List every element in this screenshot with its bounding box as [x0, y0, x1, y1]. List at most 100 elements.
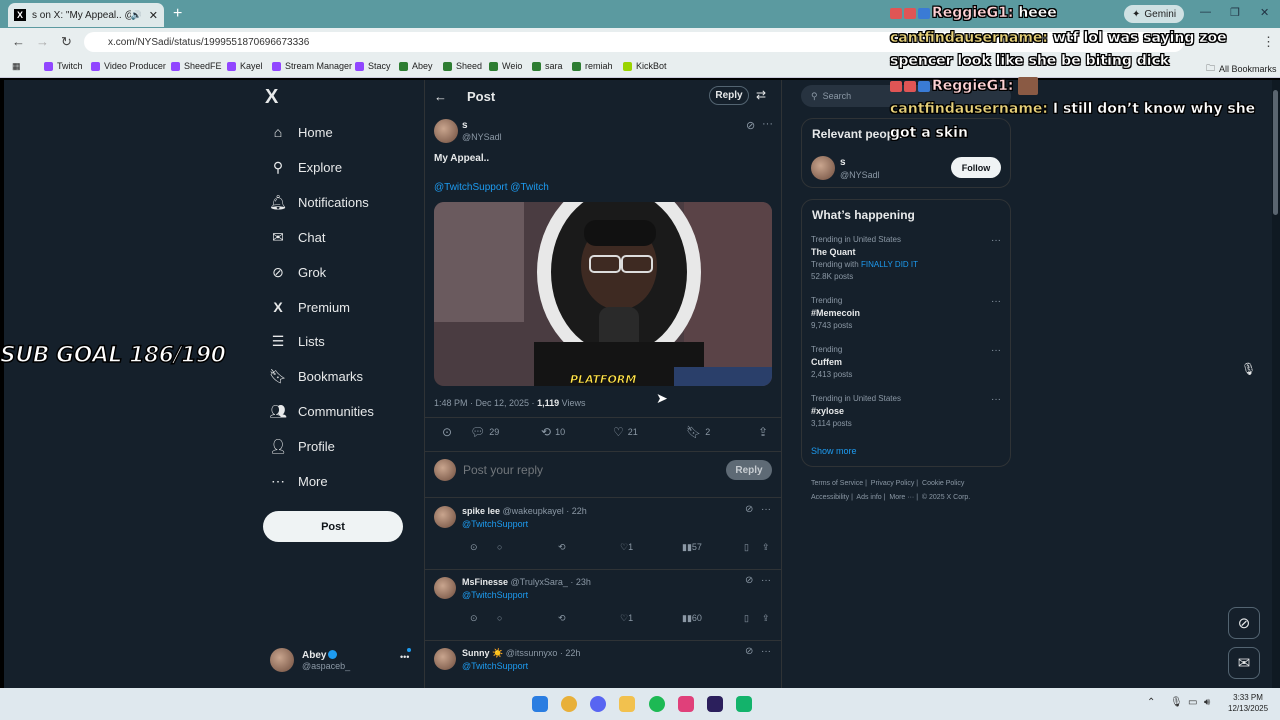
- reply-icon[interactable]: ○: [497, 542, 502, 552]
- windows-start-icon[interactable]: [532, 696, 548, 712]
- trend-more-icon[interactable]: ···: [991, 345, 1001, 356]
- like-action[interactable]: ♡ 21: [613, 425, 638, 439]
- post-timestamp[interactable]: 1:48 PM · Dec 12, 2025 ·: [434, 398, 535, 408]
- apps-icon[interactable]: ▦: [12, 61, 21, 72]
- tab-close-icon[interactable]: ✕: [149, 9, 158, 22]
- footer-link[interactable]: Ads info: [856, 494, 881, 501]
- audio-icon[interactable]: 🔊: [131, 10, 142, 21]
- nav-explore[interactable]: ⚲ Explore: [270, 159, 342, 175]
- footer-link[interactable]: Terms of Service: [811, 480, 863, 487]
- footer-link[interactable]: Privacy Policy: [871, 480, 915, 487]
- post-mentions[interactable]: @TwitchSupport @Twitch: [434, 182, 549, 193]
- like-action[interactable]: ♡ 1: [620, 542, 633, 553]
- bookmark-item[interactable]: Video Producer: [91, 61, 166, 71]
- views-action[interactable]: ▮▮ 57: [682, 542, 702, 553]
- avatar[interactable]: [434, 506, 456, 528]
- tray-chevron-icon[interactable]: ⌃: [1147, 697, 1155, 708]
- premiere-icon[interactable]: [707, 696, 723, 712]
- bookmark-item[interactable]: Abey: [399, 61, 433, 71]
- reply-author[interactable]: MsFinesse: [462, 577, 508, 587]
- bookmark-item[interactable]: Twitch: [44, 61, 83, 71]
- filter-icon[interactable]: ⇄: [756, 88, 766, 102]
- post-video[interactable]: [434, 202, 772, 386]
- bookmark-item[interactable]: Stream Manager: [272, 61, 352, 71]
- bookmark-icon[interactable]: ▯: [744, 542, 749, 553]
- bookmark-item[interactable]: Weio: [489, 61, 522, 71]
- nav-premium[interactable]: X Premium: [270, 299, 350, 315]
- spotify-icon[interactable]: [649, 696, 665, 712]
- share-icon[interactable]: ⇪: [762, 542, 770, 553]
- reply-author[interactable]: spike lee: [462, 506, 500, 516]
- maximize-icon[interactable]: ❐: [1230, 6, 1240, 19]
- nav-bookmarks[interactable]: 🔖︎ Bookmarks: [269, 368, 363, 384]
- trend-item[interactable]: Trending #Memecoin 9,743 posts ···: [811, 296, 1001, 330]
- follow-button[interactable]: Follow: [951, 157, 1001, 178]
- messages-fab-icon[interactable]: ✉: [1228, 647, 1260, 679]
- trend-item[interactable]: Trending in United States #xylose 3,114 …: [811, 394, 1001, 428]
- speaker-tray-icon[interactable]: 🔊︎: [1204, 697, 1210, 708]
- grok-icon[interactable]: ⊘: [745, 646, 753, 657]
- views-action[interactable]: ▮▮ 60: [682, 613, 702, 624]
- back-icon[interactable]: ←: [12, 34, 25, 49]
- minimize-icon[interactable]: —: [1200, 6, 1211, 18]
- clock[interactable]: 3:33 PM 12/13/2025: [1228, 692, 1268, 714]
- footer-link[interactable]: More ···: [889, 494, 914, 501]
- microphone-icon[interactable]: 🎙︎: [1241, 362, 1256, 376]
- repost-icon[interactable]: ⟲: [558, 542, 566, 553]
- grok-icon[interactable]: ⊘: [745, 504, 753, 515]
- avatar[interactable]: [811, 156, 835, 180]
- bookmark-action[interactable]: 🔖︎ 2: [686, 425, 710, 439]
- app-icon[interactable]: [736, 696, 752, 712]
- close-window-icon[interactable]: ✕: [1260, 6, 1269, 19]
- bookmark-icon[interactable]: ▯: [744, 613, 749, 624]
- reply-author[interactable]: Sunny ☀️: [462, 648, 503, 658]
- relevant-name[interactable]: s: [840, 157, 846, 168]
- repost-icon[interactable]: ⟲: [558, 613, 566, 624]
- bookmark-item[interactable]: Sheed: [443, 61, 482, 71]
- repost-action[interactable]: ⟲ 10: [541, 425, 565, 439]
- back-arrow-icon[interactable]: ←: [434, 89, 447, 104]
- post-button[interactable]: Post: [263, 511, 403, 542]
- like-action[interactable]: ♡ 1: [620, 613, 633, 624]
- bookmark-item[interactable]: Stacy: [355, 61, 391, 71]
- play-circle-icon[interactable]: ⊙: [470, 613, 478, 624]
- trend-more-icon[interactable]: ···: [991, 394, 1001, 405]
- reply-action[interactable]: 💬︎ 29: [470, 425, 499, 439]
- new-tab-button[interactable]: +: [173, 5, 182, 23]
- post-author-name[interactable]: s: [462, 120, 468, 131]
- nav-grok[interactable]: ⊘ Grok: [270, 264, 326, 280]
- post-author-handle[interactable]: @NYSadl: [462, 132, 502, 142]
- bookmark-item[interactable]: Kayel: [227, 61, 263, 71]
- reply-icon[interactable]: ○: [497, 613, 502, 623]
- account-switcher[interactable]: Abey @aspaceb_: [270, 648, 350, 672]
- reply-mention[interactable]: @TwitchSupport: [462, 590, 528, 600]
- mic-tray-icon[interactable]: 🎙︎: [1170, 697, 1183, 708]
- display-tray-icon[interactable]: ▭: [1188, 697, 1197, 708]
- trend-item[interactable]: Trending Cuffem 2,413 posts ···: [811, 345, 1001, 379]
- more-icon[interactable]: ···: [761, 504, 771, 515]
- trend-more-icon[interactable]: ···: [991, 296, 1001, 307]
- forward-icon[interactable]: →: [36, 34, 49, 49]
- share-action[interactable]: ⇪: [758, 425, 768, 439]
- browser-tab[interactable]: X s on X: "My Appeal.. @Twi... 🔊 ✕: [8, 3, 164, 27]
- chrome-icon[interactable]: [561, 696, 577, 712]
- grok-action[interactable]: ⊙: [442, 425, 452, 439]
- grok-icon[interactable]: ⊘: [745, 575, 753, 586]
- nav-communities[interactable]: 👥︎ Communities: [269, 403, 374, 419]
- more-icon[interactable]: ···: [761, 646, 771, 657]
- grok-fab-icon[interactable]: ⊘: [1228, 607, 1260, 639]
- all-bookmarks[interactable]: 🗀 All Bookmarks: [1206, 61, 1277, 77]
- nav-chat[interactable]: ✉ Chat: [270, 229, 325, 245]
- bookmark-item[interactable]: sara: [532, 61, 563, 71]
- avatar[interactable]: [434, 648, 456, 670]
- reply-item[interactable]: spike lee @wakeupkayel · 22h @TwitchSupp…: [425, 504, 781, 574]
- browser-menu-icon[interactable]: ⋮: [1262, 34, 1275, 50]
- nav-lists[interactable]: ☰ Lists: [270, 333, 325, 349]
- bookmark-item[interactable]: SheedFE: [171, 61, 222, 71]
- play-circle-icon[interactable]: ⊙: [470, 542, 478, 553]
- post-author-avatar[interactable]: [434, 119, 458, 143]
- footer-link[interactable]: Accessibility: [811, 494, 849, 501]
- discord-icon[interactable]: [590, 696, 606, 712]
- scrollbar-thumb[interactable]: [1273, 90, 1278, 215]
- trend-more-icon[interactable]: ···: [991, 235, 1001, 246]
